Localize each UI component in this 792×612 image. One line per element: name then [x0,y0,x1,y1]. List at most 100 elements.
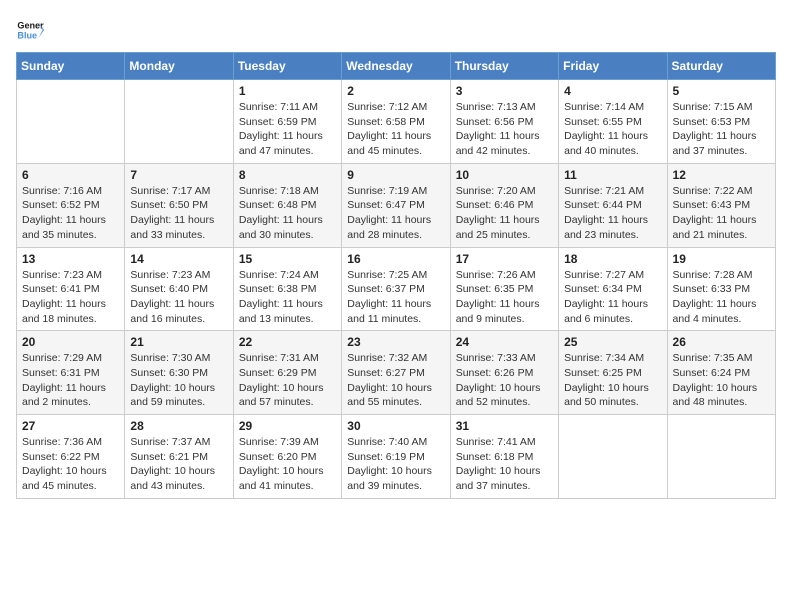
week-row-5: 27 Sunrise: 7:36 AM Sunset: 6:22 PM Dayli… [17,415,776,499]
calendar-cell: 8 Sunrise: 7:18 AM Sunset: 6:48 PM Daylig… [233,163,341,247]
day-number: 8 [239,168,336,182]
header-saturday: Saturday [667,53,775,80]
day-info: Sunrise: 7:23 AM Sunset: 6:41 PM Dayligh… [22,268,119,327]
svg-text:Blue: Blue [17,30,37,40]
calendar-cell: 19 Sunrise: 7:28 AM Sunset: 6:33 PM Dayli… [667,247,775,331]
calendar-cell: 1 Sunrise: 7:11 AM Sunset: 6:59 PM Daylig… [233,80,341,164]
calendar-cell: 7 Sunrise: 7:17 AM Sunset: 6:50 PM Daylig… [125,163,233,247]
day-info: Sunrise: 7:14 AM Sunset: 6:55 PM Dayligh… [564,100,661,159]
day-number: 30 [347,419,444,433]
calendar-cell: 21Sunrise: 7:30 AM Sunset: 6:30 PM Dayli… [125,331,233,415]
header-sunday: Sunday [17,53,125,80]
day-info: Sunrise: 7:18 AM Sunset: 6:48 PM Dayligh… [239,184,336,243]
day-number: 20 [22,335,119,349]
calendar-cell: 12 Sunrise: 7:22 AM Sunset: 6:43 PM Dayli… [667,163,775,247]
day-info: Sunrise: 7:30 AM Sunset: 6:30 PM Dayligh… [130,351,227,410]
day-info: Sunrise: 7:25 AM Sunset: 6:37 PM Dayligh… [347,268,444,327]
calendar-cell: 6 Sunrise: 7:16 AM Sunset: 6:52 PM Daylig… [17,163,125,247]
week-row-3: 13 Sunrise: 7:23 AM Sunset: 6:41 PM Dayli… [17,247,776,331]
day-info: Sunrise: 7:32 AM Sunset: 6:27 PM Dayligh… [347,351,444,410]
calendar-cell: 31 Sunrise: 7:41 AM Sunset: 6:18 PM Dayli… [450,415,558,499]
day-number: 10 [456,168,553,182]
page-header: General Blue [16,16,776,44]
day-number: 16 [347,252,444,266]
day-info: Sunrise: 7:34 AM Sunset: 6:25 PM Dayligh… [564,351,661,410]
calendar-cell: 10 Sunrise: 7:20 AM Sunset: 6:46 PM Dayli… [450,163,558,247]
header-monday: Monday [125,53,233,80]
day-number: 14 [130,252,227,266]
day-info: Sunrise: 7:28 AM Sunset: 6:33 PM Dayligh… [673,268,770,327]
calendar-cell [667,415,775,499]
day-number: 18 [564,252,661,266]
day-info: Sunrise: 7:12 AM Sunset: 6:58 PM Dayligh… [347,100,444,159]
day-number: 31 [456,419,553,433]
day-number: 12 [673,168,770,182]
logo: General Blue [16,16,48,44]
calendar-cell: 30 Sunrise: 7:40 AM Sunset: 6:19 PM Dayli… [342,415,450,499]
day-number: 4 [564,84,661,98]
calendar-cell [17,80,125,164]
day-number: 1 [239,84,336,98]
day-number: 29 [239,419,336,433]
day-info: Sunrise: 7:16 AM Sunset: 6:52 PM Dayligh… [22,184,119,243]
day-number: 28 [130,419,227,433]
calendar-cell: 5Sunrise: 7:15 AM Sunset: 6:53 PM Daylig… [667,80,775,164]
logo-icon: General Blue [16,16,44,44]
calendar-cell: 28 Sunrise: 7:37 AM Sunset: 6:21 PM Dayli… [125,415,233,499]
day-info: Sunrise: 7:22 AM Sunset: 6:43 PM Dayligh… [673,184,770,243]
day-info: Sunrise: 7:20 AM Sunset: 6:46 PM Dayligh… [456,184,553,243]
header-tuesday: Tuesday [233,53,341,80]
calendar-cell: 13 Sunrise: 7:23 AM Sunset: 6:41 PM Dayli… [17,247,125,331]
day-info: Sunrise: 7:11 AM Sunset: 6:59 PM Dayligh… [239,100,336,159]
day-info: Sunrise: 7:29 AM Sunset: 6:31 PM Dayligh… [22,351,119,410]
day-number: 17 [456,252,553,266]
calendar-cell: 20 Sunrise: 7:29 AM Sunset: 6:31 PM Dayli… [17,331,125,415]
day-number: 6 [22,168,119,182]
day-info: Sunrise: 7:33 AM Sunset: 6:26 PM Dayligh… [456,351,553,410]
day-info: Sunrise: 7:39 AM Sunset: 6:20 PM Dayligh… [239,435,336,494]
day-number: 2 [347,84,444,98]
day-number: 11 [564,168,661,182]
day-number: 23 [347,335,444,349]
calendar-cell: 25 Sunrise: 7:34 AM Sunset: 6:25 PM Dayli… [559,331,667,415]
day-info: Sunrise: 7:40 AM Sunset: 6:19 PM Dayligh… [347,435,444,494]
week-row-1: 1 Sunrise: 7:11 AM Sunset: 6:59 PM Daylig… [17,80,776,164]
calendar-cell: 23 Sunrise: 7:32 AM Sunset: 6:27 PM Dayli… [342,331,450,415]
calendar-cell: 9 Sunrise: 7:19 AM Sunset: 6:47 PM Daylig… [342,163,450,247]
calendar-cell: 18Sunrise: 7:27 AM Sunset: 6:34 PM Dayli… [559,247,667,331]
day-info: Sunrise: 7:35 AM Sunset: 6:24 PM Dayligh… [673,351,770,410]
calendar-cell: 24 Sunrise: 7:33 AM Sunset: 6:26 PM Dayli… [450,331,558,415]
calendar-header-row: SundayMondayTuesdayWednesdayThursdayFrid… [17,53,776,80]
calendar-table: SundayMondayTuesdayWednesdayThursdayFrid… [16,52,776,499]
day-number: 27 [22,419,119,433]
day-info: Sunrise: 7:19 AM Sunset: 6:47 PM Dayligh… [347,184,444,243]
week-row-4: 20 Sunrise: 7:29 AM Sunset: 6:31 PM Dayli… [17,331,776,415]
calendar-cell [559,415,667,499]
day-number: 26 [673,335,770,349]
calendar-cell: 29 Sunrise: 7:39 AM Sunset: 6:20 PM Dayli… [233,415,341,499]
day-info: Sunrise: 7:37 AM Sunset: 6:21 PM Dayligh… [130,435,227,494]
day-info: Sunrise: 7:41 AM Sunset: 6:18 PM Dayligh… [456,435,553,494]
day-number: 24 [456,335,553,349]
day-number: 3 [456,84,553,98]
calendar-cell: 11Sunrise: 7:21 AM Sunset: 6:44 PM Dayli… [559,163,667,247]
day-number: 19 [673,252,770,266]
day-info: Sunrise: 7:17 AM Sunset: 6:50 PM Dayligh… [130,184,227,243]
day-number: 22 [239,335,336,349]
day-number: 25 [564,335,661,349]
day-info: Sunrise: 7:36 AM Sunset: 6:22 PM Dayligh… [22,435,119,494]
day-number: 5 [673,84,770,98]
day-number: 9 [347,168,444,182]
header-wednesday: Wednesday [342,53,450,80]
day-number: 13 [22,252,119,266]
day-number: 7 [130,168,227,182]
calendar-cell [125,80,233,164]
calendar-cell: 16 Sunrise: 7:25 AM Sunset: 6:37 PM Dayli… [342,247,450,331]
day-info: Sunrise: 7:13 AM Sunset: 6:56 PM Dayligh… [456,100,553,159]
svg-text:General: General [17,21,44,31]
header-thursday: Thursday [450,53,558,80]
day-info: Sunrise: 7:23 AM Sunset: 6:40 PM Dayligh… [130,268,227,327]
calendar-cell: 4 Sunrise: 7:14 AM Sunset: 6:55 PM Daylig… [559,80,667,164]
calendar-cell: 17Sunrise: 7:26 AM Sunset: 6:35 PM Dayli… [450,247,558,331]
day-info: Sunrise: 7:24 AM Sunset: 6:38 PM Dayligh… [239,268,336,327]
